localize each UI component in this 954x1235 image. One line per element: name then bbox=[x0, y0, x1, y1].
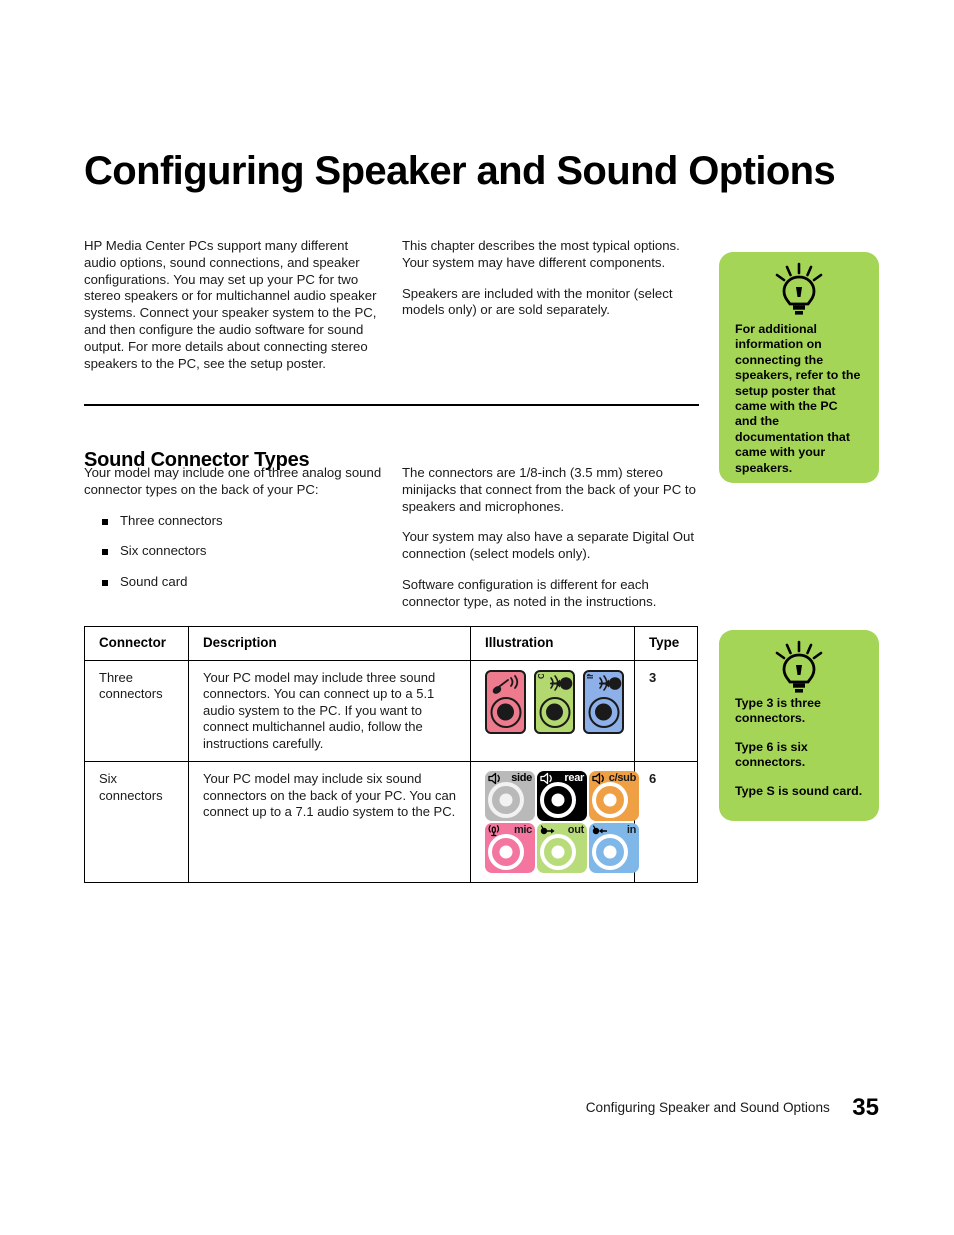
page-title: Configuring Speaker and Sound Options bbox=[84, 148, 836, 193]
audio-in-jack: in bbox=[589, 823, 639, 873]
audio-out-jack: OUT bbox=[534, 669, 575, 734]
list-item: Sound card bbox=[84, 574, 384, 591]
list-item: Three connectors bbox=[84, 513, 384, 530]
footer-page-number: 35 bbox=[852, 1094, 879, 1121]
side-speaker-label: side bbox=[511, 772, 532, 784]
column-header-connector: Connector bbox=[84, 626, 189, 661]
column-header-illustration: Illustration bbox=[470, 626, 635, 661]
center-subwoofer-jack: c/sub bbox=[589, 771, 639, 821]
callout-box-additional-information: For additional information on connecting… bbox=[719, 252, 879, 483]
jack-hole bbox=[588, 696, 619, 728]
list-item: Six connectors bbox=[84, 543, 384, 560]
intro-middle-column: This chapter describes the most typical … bbox=[402, 238, 702, 333]
cell-description: Your PC model may include six sound conn… bbox=[188, 761, 471, 883]
audio-in-jack: IN bbox=[583, 669, 624, 734]
page-footer: Configuring Speaker and Sound Options 35 bbox=[84, 1094, 879, 1122]
intro-paragraph: HP Media Center PCs support many differe… bbox=[84, 238, 377, 371]
bullet-square-icon bbox=[102, 518, 108, 525]
audio-out-jack: out bbox=[537, 823, 587, 873]
section-left-column: Your model may include one of three anal… bbox=[84, 465, 384, 605]
section-paragraph: Software configuration is different for … bbox=[402, 576, 657, 609]
jack-hole bbox=[488, 834, 524, 870]
section-middle-column: The connectors are 1/8-inch (3.5 mm) ste… bbox=[402, 465, 704, 625]
three-connector-illustration: OUT bbox=[485, 669, 624, 734]
column-header-description: Description bbox=[188, 626, 471, 661]
jack-hole bbox=[488, 782, 524, 818]
side-speaker-jack: side bbox=[485, 771, 535, 821]
jack-hole bbox=[540, 782, 576, 818]
rear-speaker-jack: rear bbox=[537, 771, 587, 821]
bullet-square-icon bbox=[102, 580, 108, 587]
lightbulb-icon bbox=[775, 262, 823, 315]
cell-description: Your PC model may include three sound co… bbox=[188, 659, 471, 762]
connector-types-list: Three connectors Six connectors Sound ca… bbox=[84, 513, 384, 591]
cell-connector: Six connectors bbox=[84, 761, 189, 883]
section-paragraph: The connectors are 1/8-inch (3.5 mm) ste… bbox=[402, 465, 696, 514]
callout-box-type-legend: Type 3 is three connectors. Type 6 is si… bbox=[719, 630, 879, 821]
table-row: Three connectors Your PC model may inclu… bbox=[84, 659, 698, 762]
audio-out-icon: OUT bbox=[538, 674, 573, 691]
intro-paragraph: Speakers are included with the monitor (… bbox=[402, 285, 673, 318]
audio-out-label: OUT bbox=[538, 674, 546, 679]
rear-speaker-label: rear bbox=[564, 772, 584, 784]
cell-illustration: OUT bbox=[470, 659, 635, 762]
bullet-square-icon bbox=[102, 549, 108, 556]
audio-in-icon: IN bbox=[587, 674, 622, 691]
callout-text: Type 3 is three connectors. bbox=[735, 696, 821, 726]
jack-hole bbox=[490, 696, 521, 728]
microphone-jack bbox=[485, 669, 526, 734]
jack-hole bbox=[540, 834, 576, 870]
section-intro-text: Your model may include one of three anal… bbox=[84, 465, 382, 497]
audio-in-label: in bbox=[626, 824, 636, 836]
connector-types-table: Connector Description Illustration Type … bbox=[84, 626, 698, 883]
audio-out-label: out bbox=[567, 824, 585, 836]
cell-type: 6 bbox=[634, 761, 698, 883]
jack-hole bbox=[592, 834, 628, 870]
jack-hole bbox=[539, 696, 570, 728]
lightbulb-icon bbox=[775, 640, 823, 693]
cell-illustration: side rear c/sub mic out in bbox=[470, 761, 639, 883]
table-row: Six connectors Your PC model may include… bbox=[84, 761, 698, 883]
section-paragraph: Your system may also have a separate Dig… bbox=[402, 529, 694, 562]
list-item-label: Six connectors bbox=[120, 543, 207, 559]
cell-connector: Three connectors bbox=[84, 659, 189, 762]
callout-text: Type S is sound card. bbox=[735, 783, 863, 798]
jack-hole bbox=[592, 782, 628, 818]
microphone-label: mic bbox=[513, 824, 532, 836]
audio-in-label: IN bbox=[587, 674, 595, 679]
list-item-label: Three connectors bbox=[120, 512, 223, 528]
table-header-row: Connector Description Illustration Type bbox=[84, 626, 698, 661]
column-header-type: Type bbox=[634, 626, 698, 661]
intro-paragraph: This chapter describes the most typical … bbox=[402, 238, 680, 270]
callout-text: Type 6 is six connectors. bbox=[735, 739, 808, 770]
document-page: Configuring Speaker and Sound Options HP… bbox=[0, 0, 954, 1235]
list-item-label: Sound card bbox=[120, 574, 188, 590]
intro-left-column: HP Media Center PCs support many differe… bbox=[84, 238, 384, 386]
cell-type: 3 bbox=[634, 659, 698, 762]
footer-chapter-label: Configuring Speaker and Sound Options bbox=[585, 1100, 830, 1115]
six-connector-illustration: side rear c/sub mic out in bbox=[485, 771, 639, 873]
microphone-jack: mic bbox=[485, 823, 535, 873]
microphone-icon bbox=[492, 674, 519, 694]
callout-text: For additional information on connecting… bbox=[735, 322, 861, 475]
section-divider bbox=[84, 404, 699, 406]
